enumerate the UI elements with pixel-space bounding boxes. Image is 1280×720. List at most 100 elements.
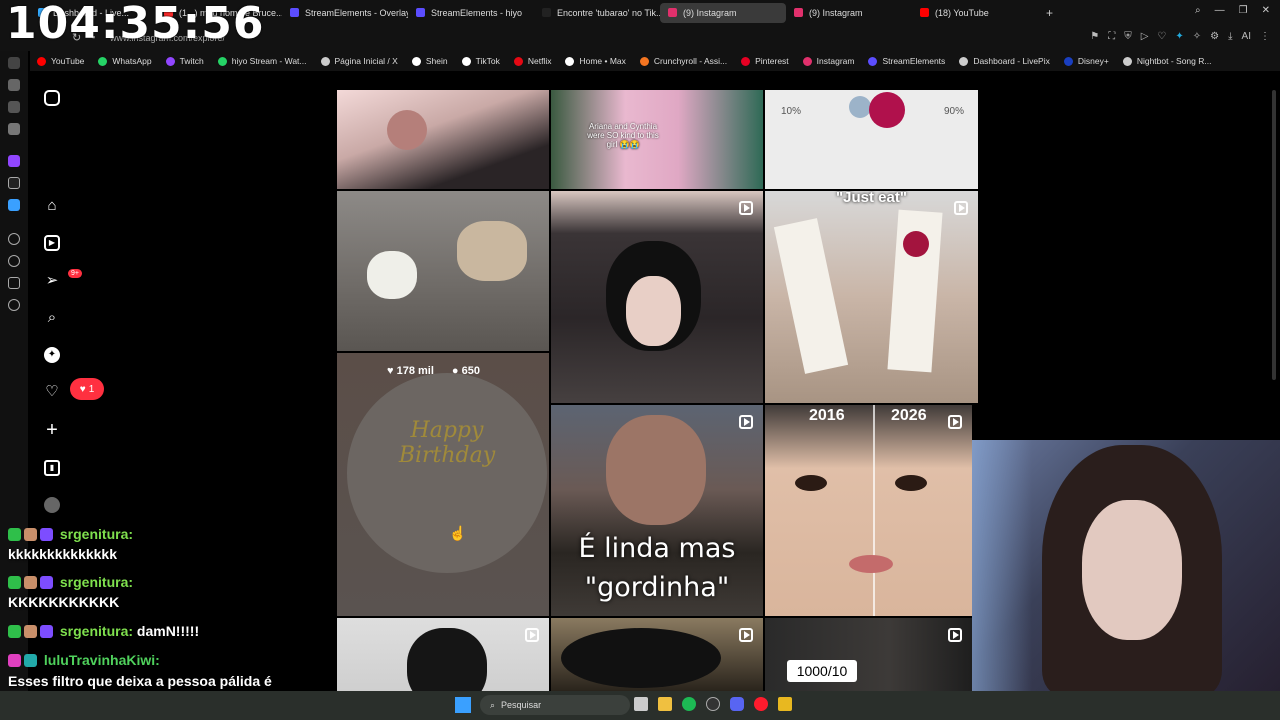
opera-icon[interactable]: [754, 697, 768, 711]
grid-tile[interactable]: [337, 618, 549, 691]
bookmark-item[interactable]: Shein: [405, 56, 455, 66]
new-tab-icon[interactable]: +: [1046, 6, 1053, 20]
screenshot-icon[interactable]: ⛶: [1108, 31, 1115, 42]
menu-icon[interactable]: ⋮: [1260, 31, 1270, 42]
bookmark-label: hiyo Stream - Wat...: [231, 56, 307, 66]
page-scrollbar[interactable]: [1272, 90, 1276, 380]
badge-icon: [40, 576, 53, 589]
browser-tab[interactable]: (9) Instagram: [786, 3, 912, 23]
bookmark-item[interactable]: Home • Max: [558, 56, 632, 66]
bookmark-item[interactable]: Instagram: [796, 56, 862, 66]
browser-tab[interactable]: (18) YouTube: [912, 3, 1038, 23]
grid-tile[interactable]: "Just eat": [765, 191, 978, 403]
instagram-logo-icon[interactable]: [44, 90, 60, 106]
grid-tile-hovered[interactable]: ♥ 178 mil ● 650 Happy Birthday ☝: [337, 353, 549, 616]
shield-icon[interactable]: ⛨: [1124, 31, 1132, 42]
minimize-icon[interactable]: —: [1215, 5, 1225, 16]
sidebar-extensions-icon[interactable]: [8, 277, 20, 289]
heart-icon[interactable]: ♡: [1157, 31, 1166, 42]
sidebar-history-icon[interactable]: [8, 255, 20, 267]
browser-tab[interactable]: StreamElements - hiyo: [408, 3, 534, 23]
file-explorer-icon[interactable]: [658, 697, 672, 711]
grid-tile[interactable]: 10% 90%: [765, 90, 978, 189]
browser-tab[interactable]: Encontre 'tubarao' no Tik...: [534, 3, 660, 23]
notifications-heart-icon[interactable]: ♡: [44, 384, 60, 400]
grid-tile[interactable]: 1000/10: [765, 618, 972, 691]
reel-icon: [739, 201, 753, 215]
restore-icon[interactable]: ❐: [1239, 5, 1248, 16]
badge-icon: [24, 576, 37, 589]
bookmark-item[interactable]: Twitch: [159, 56, 211, 66]
grid-tile[interactable]: [551, 618, 763, 691]
grid-tile[interactable]: Ariana and Cynthia were SO kind to this …: [551, 90, 763, 189]
sidebar-x-icon[interactable]: [8, 177, 20, 189]
heart-icon: ♥: [79, 383, 86, 395]
home-icon[interactable]: ⌂: [44, 198, 60, 214]
chat-overlay: srgenitura: kkkkkkkkkkkkkk srgenitura: K…: [0, 522, 330, 707]
sidebar-m-icon[interactable]: [8, 123, 20, 135]
grid-tile[interactable]: [551, 191, 763, 403]
explore-icon[interactable]: ✦: [44, 347, 60, 363]
bookmark-item[interactable]: Pinterest: [734, 56, 796, 66]
chat-username: luluTravinhaKiwi:: [43, 652, 160, 668]
bookmark-favicon-icon: [37, 56, 46, 66]
bookmark-label: Pinterest: [755, 56, 789, 66]
badge-icon: [40, 528, 53, 541]
search-icon: ⌕: [490, 699, 496, 710]
search-tabs-icon[interactable]: ⌕: [1195, 5, 1201, 16]
browser-tab[interactable]: StreamElements - Overlay...: [282, 3, 408, 23]
dashboard-icon[interactable]: ▮: [44, 460, 60, 476]
close-icon[interactable]: ✕: [1262, 5, 1270, 16]
settings-icon[interactable]: ⚙: [1210, 31, 1219, 42]
grid-tile[interactable]: 2016 2026: [765, 405, 972, 616]
play-icon[interactable]: ▷: [1141, 31, 1149, 42]
bookmark-item[interactable]: Nightbot - Song R...: [1116, 56, 1219, 66]
taskbar-search[interactable]: ⌕ Pesquisar: [480, 695, 630, 715]
messages-icon[interactable]: ➢: [44, 273, 60, 289]
sidebar-play-icon[interactable]: [8, 233, 20, 245]
puzzle-icon[interactable]: ✧: [1193, 31, 1201, 42]
bookmark-item[interactable]: Netflix: [507, 56, 559, 66]
task-view-icon[interactable]: [634, 697, 648, 711]
chat-username: srgenitura:: [59, 623, 134, 639]
sidebar-app-icon[interactable]: [8, 199, 20, 211]
bookmark-favicon-icon: [461, 56, 471, 66]
profile-avatar[interactable]: [44, 497, 60, 513]
bookmark-item[interactable]: StreamElements: [861, 56, 952, 66]
grid-tile[interactable]: [337, 90, 549, 189]
bookmark-item[interactable]: Crunchyroll - Assi...: [633, 56, 734, 66]
obs-icon[interactable]: [706, 697, 720, 711]
sidebar-photo-icon[interactable]: [8, 79, 20, 91]
notification-pill[interactable]: ♥ 1: [70, 378, 104, 400]
grid-tile[interactable]: [337, 191, 549, 351]
extension-icon[interactable]: ✦: [1175, 31, 1183, 42]
sidebar-twitch-icon[interactable]: [8, 155, 20, 167]
chat-text: KKKKKKKKKKK: [8, 594, 120, 610]
bookmark-item[interactable]: Página Inicial / X: [314, 56, 405, 66]
bookmark-favicon-icon: [320, 56, 330, 66]
ai-icon[interactable]: AI: [1242, 31, 1251, 42]
sidebar-folder-icon[interactable]: [8, 101, 20, 113]
bookmark-item[interactable]: YouTube: [30, 56, 91, 66]
browser-tab[interactable]: (9) Instagram: [660, 2, 786, 23]
download-icon[interactable]: ⤓: [1228, 31, 1232, 42]
bookmark-icon[interactable]: ⚑: [1090, 31, 1099, 42]
spotify-icon[interactable]: [682, 697, 696, 711]
discord-icon[interactable]: [730, 697, 744, 711]
reels-icon[interactable]: ▶: [44, 235, 60, 251]
rating-label: 1000/10: [787, 660, 857, 682]
bookmark-item[interactable]: TikTok: [455, 56, 507, 66]
badge-icon: [8, 654, 21, 667]
search-icon[interactable]: ⌕: [44, 310, 60, 326]
grid-tile[interactable]: É linda mas "gordinha": [551, 405, 763, 616]
reel-icon: [739, 415, 753, 429]
sidebar-ai-icon[interactable]: [8, 57, 20, 69]
bookmark-item[interactable]: Dashboard - LivePix: [952, 56, 1057, 66]
sidebar-settings-icon[interactable]: [8, 299, 20, 311]
bookmark-item[interactable]: WhatsApp: [91, 56, 158, 66]
start-icon[interactable]: [455, 697, 471, 713]
create-plus-icon[interactable]: +: [44, 420, 60, 440]
app-icon[interactable]: [778, 697, 792, 711]
bookmark-item[interactable]: Disney+: [1057, 56, 1116, 66]
bookmark-item[interactable]: hiyo Stream - Wat...: [211, 56, 314, 66]
